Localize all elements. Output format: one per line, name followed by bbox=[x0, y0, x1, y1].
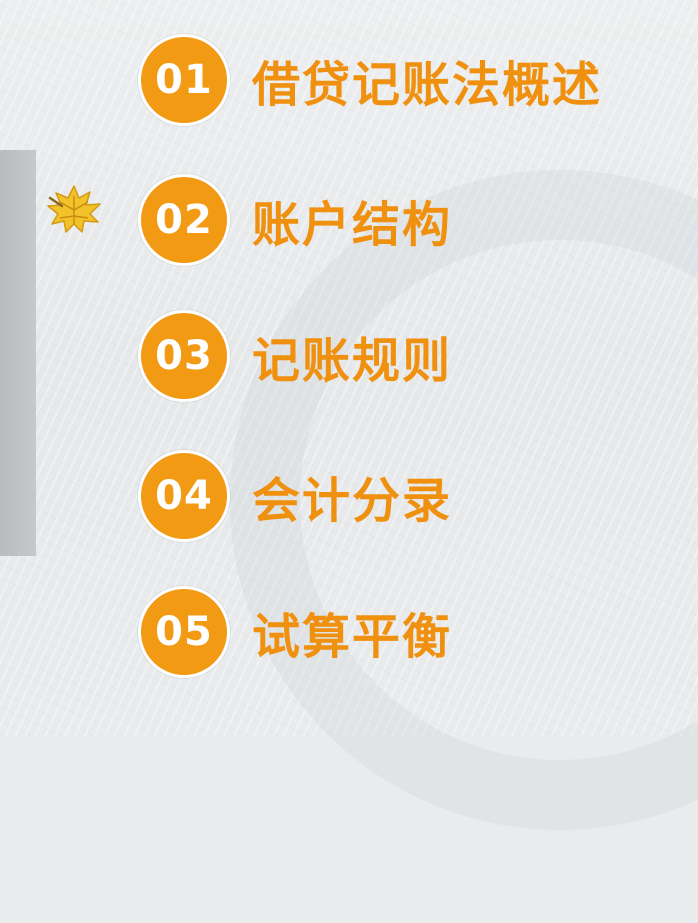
number-badge: 03 bbox=[138, 310, 230, 402]
menu-item-2[interactable]: 02 账户结构 bbox=[138, 174, 452, 266]
number-badge: 02 bbox=[138, 174, 230, 266]
menu-item-label: 试算平衡 bbox=[252, 609, 453, 665]
table-of-contents: 01 借贷记账法概述 02 账户结构 03 记账规则 04 会计分录 05 试算… bbox=[0, 0, 698, 736]
menu-item-4[interactable]: 04 会计分录 bbox=[138, 450, 452, 542]
menu-item-5[interactable]: 05 试算平衡 bbox=[138, 586, 452, 678]
number-badge: 01 bbox=[138, 34, 230, 126]
menu-item-label: 会计分录 bbox=[252, 473, 453, 529]
menu-item-1[interactable]: 01 借贷记账法概述 bbox=[138, 34, 602, 126]
menu-item-label: 记账规则 bbox=[252, 333, 453, 389]
menu-item-3[interactable]: 03 记账规则 bbox=[138, 310, 452, 402]
number-badge: 04 bbox=[138, 450, 230, 542]
number-badge: 05 bbox=[138, 586, 230, 678]
menu-item-label: 账户结构 bbox=[252, 197, 453, 253]
menu-item-label: 借贷记账法概述 bbox=[252, 57, 603, 113]
